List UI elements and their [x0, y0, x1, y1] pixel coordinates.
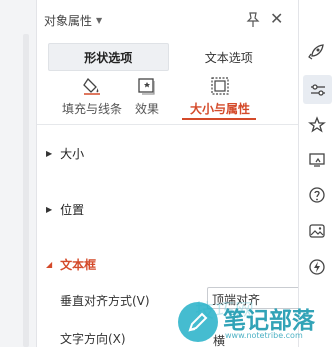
properties-icon[interactable]: [303, 75, 332, 104]
tab-text-options[interactable]: 文本选项: [169, 43, 290, 71]
section-size[interactable]: ▶ 大小: [46, 145, 84, 162]
panel-header: 对象属性 ▼ ✕: [37, 0, 298, 40]
lightning-icon[interactable]: [306, 256, 328, 278]
divider: [37, 124, 298, 125]
vertical-align-value: 顶端对齐: [212, 293, 261, 307]
section-size-label: 大小: [60, 147, 85, 161]
subtab-effects-label: 效果: [134, 102, 159, 116]
fill-bucket-icon: [83, 77, 100, 95]
caret-right-icon: ▶: [46, 205, 53, 214]
subtab-fill-line[interactable]: 填充与线条: [47, 72, 137, 122]
image-icon[interactable]: [306, 220, 328, 242]
help-icon[interactable]: [306, 184, 328, 206]
size-properties-icon: [211, 77, 229, 95]
tab-shape-options[interactable]: 形状选项: [48, 43, 169, 71]
option-tabs: 形状选项 文本选项: [48, 43, 289, 71]
rocket-icon[interactable]: [306, 40, 328, 62]
chevron-down-icon: ▼: [96, 16, 103, 25]
object-properties-panel: 对象属性 ▼ ✕ 形状选项 文本选项 填充与线条 效果 大小与属性 ▶ 大小 ▶…: [37, 0, 317, 347]
pin-icon[interactable]: [246, 12, 260, 28]
screen-icon[interactable]: [306, 149, 328, 171]
panel-title: 对象属性: [44, 14, 93, 28]
effects-icon: [138, 78, 155, 95]
panel-title-dropdown[interactable]: 对象属性 ▼: [44, 12, 102, 29]
star-icon[interactable]: [306, 114, 328, 136]
caret-right-icon: ▶: [46, 149, 53, 158]
section-position[interactable]: ▶ 位置: [46, 201, 84, 218]
active-subtab-indicator: [182, 118, 256, 120]
section-textbox-label: 文本框: [60, 258, 97, 272]
right-sidebar: [298, 0, 335, 347]
subtab-fill-line-label: 填充与线条: [61, 102, 122, 116]
document-gutter: [0, 0, 37, 347]
subtab-effects[interactable]: 效果: [126, 72, 168, 122]
text-direction-label: 文字方向(X): [60, 332, 126, 346]
subtab-size-properties-label: 大小与属性: [189, 102, 250, 116]
subtab-size-properties[interactable]: 大小与属性: [182, 72, 258, 122]
sub-tabs: 填充与线条 效果 大小与属性: [37, 72, 298, 122]
close-icon[interactable]: ✕: [270, 9, 283, 28]
section-position-label: 位置: [60, 203, 85, 217]
caret-down-icon: ◢: [46, 260, 53, 269]
text-direction-value[interactable]: 横: [213, 332, 225, 347]
document-scrollbar[interactable]: [23, 34, 29, 347]
section-textbox[interactable]: ◢ 文本框: [46, 256, 96, 273]
vertical-align-label: 垂直对齐方式(V): [60, 294, 150, 308]
